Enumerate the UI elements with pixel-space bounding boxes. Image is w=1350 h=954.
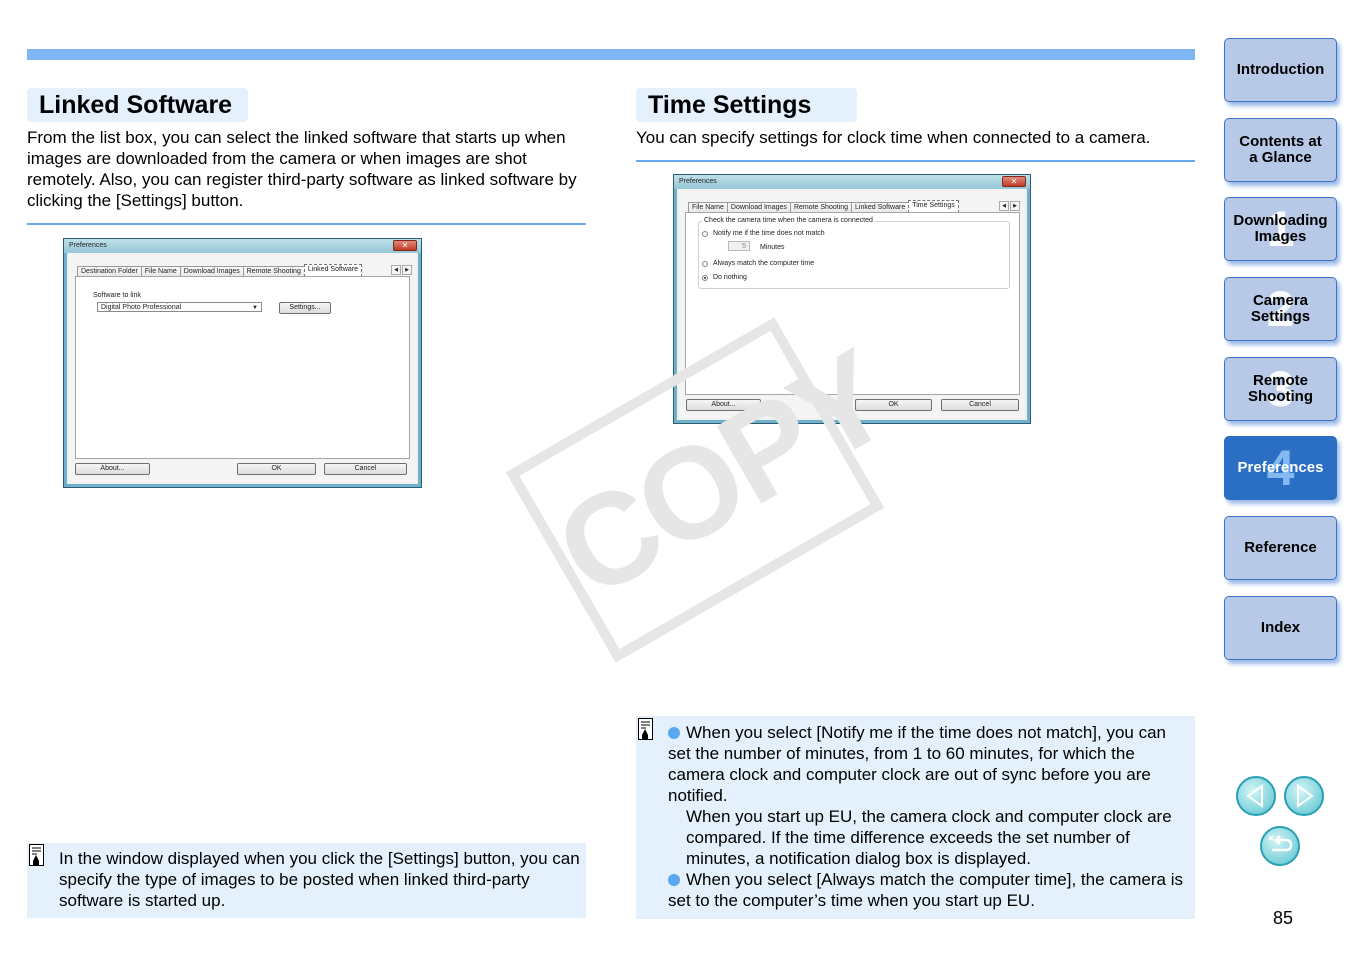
note-text: When you start up EU, the camera clock a… — [686, 807, 1172, 868]
note-text: When you select [Notify me if the time d… — [668, 723, 1167, 805]
dialog-title: Preferences — [69, 242, 107, 249]
arrow-right-icon — [1297, 784, 1314, 808]
nav-preferences[interactable]: 4 Preferences — [1224, 436, 1337, 500]
memo-icon — [29, 844, 44, 866]
software-to-link-select[interactable]: Digital Photo Professional ▼ — [97, 302, 262, 312]
about-button[interactable]: About... — [686, 399, 761, 411]
radio-notify-label: Notify me if the time does not match — [713, 230, 825, 237]
group-label: Check the camera time when the camera is… — [702, 217, 875, 224]
dialog-titlebar: Preferences ✕ — [64, 239, 421, 253]
note-text: When you select [Always match the comput… — [668, 870, 1183, 910]
dialog-titlebar: Preferences ✕ — [674, 175, 1030, 189]
radio-always-match[interactable] — [702, 261, 708, 267]
return-button[interactable] — [1260, 826, 1300, 866]
ok-button[interactable]: OK — [237, 463, 316, 475]
tab-scroll: ◀ ▶ — [391, 265, 412, 275]
nav-label: Introduction — [1236, 61, 1325, 78]
nav-label: Reference — [1244, 539, 1317, 556]
ok-button[interactable]: OK — [855, 399, 932, 411]
divider — [27, 223, 586, 225]
radio-do-nothing[interactable] — [702, 275, 708, 281]
tab-panel: Check the camera time when the camera is… — [685, 212, 1020, 395]
arrow-left-icon — [1246, 784, 1263, 808]
divider — [636, 160, 1195, 162]
section-title-time-settings: Time Settings — [636, 88, 857, 122]
chevron-down-icon: ▼ — [252, 305, 258, 311]
tab-panel: Software to link Digital Photo Professio… — [75, 276, 410, 459]
nav-label: Index — [1260, 619, 1301, 636]
nav-label: Preferences — [1237, 459, 1324, 476]
software-select-value: Digital Photo Professional — [101, 304, 182, 311]
preferences-dialog-time-settings: Preferences ✕ File Name Download Images … — [673, 174, 1031, 424]
note-text: In the window displayed when you click t… — [59, 849, 580, 910]
page-number: 85 — [1273, 908, 1294, 928]
radio-always-match-label: Always match the computer time — [713, 260, 815, 267]
previous-page-button[interactable] — [1236, 776, 1276, 816]
preferences-dialog-linked-software: Preferences ✕ Destination Folder File Na… — [63, 238, 422, 488]
nav-introduction[interactable]: Introduction — [1224, 38, 1337, 102]
dialog-title: Preferences — [679, 178, 717, 185]
note-item: When you select [Always match the comput… — [668, 869, 1193, 911]
nav-label: Camera Settings — [1250, 292, 1311, 325]
nav-remote-shooting[interactable]: 3 Remote Shooting — [1224, 357, 1337, 421]
nav-label: Remote Shooting — [1248, 372, 1313, 405]
tab-scroll-right-icon[interactable]: ▶ — [1010, 201, 1020, 211]
nav-label: Contents at a Glance — [1239, 133, 1322, 166]
radio-notify[interactable] — [702, 231, 708, 237]
section-title-linked-software: Linked Software — [27, 88, 248, 122]
memo-icon — [638, 718, 653, 740]
nav-camera-settings[interactable]: 2 Camera Settings — [1224, 277, 1337, 341]
linked-software-intro: From the list box, you can select the li… — [27, 128, 577, 210]
tab-scroll-left-icon[interactable]: ◀ — [391, 265, 401, 275]
cancel-button[interactable]: Cancel — [941, 399, 1019, 411]
dialog-body: Destination Folder File Name Download Im… — [69, 253, 416, 482]
dialog-body: File Name Download Images Remote Shootin… — [679, 189, 1025, 418]
nav-reference[interactable]: Reference — [1224, 516, 1337, 580]
time-settings-intro: You can specify settings for clock time … — [636, 128, 1151, 147]
note-box-linked-software: In the window displayed when you click t… — [27, 843, 586, 918]
settings-button[interactable]: Settings... — [279, 302, 331, 314]
close-icon[interactable]: ✕ — [393, 240, 417, 251]
tab-scroll: ◀ ▶ — [999, 201, 1020, 211]
header-bar — [27, 49, 1195, 60]
nav-contents-at-a-glance[interactable]: Contents at a Glance — [1224, 118, 1337, 182]
tab-scroll-left-icon[interactable]: ◀ — [999, 201, 1009, 211]
bullet-icon — [668, 727, 680, 739]
tab-scroll-right-icon[interactable]: ▶ — [402, 265, 412, 275]
close-icon[interactable]: ✕ — [1002, 176, 1026, 187]
radio-do-nothing-label: Do nothing — [713, 274, 747, 281]
cancel-button[interactable]: Cancel — [324, 463, 407, 475]
nav-index[interactable]: Index — [1224, 596, 1337, 660]
nav-label: Downloading Images — [1233, 212, 1328, 245]
note-box-time-settings: When you select [Notify me if the time d… — [636, 716, 1195, 919]
minutes-input[interactable]: 5 — [728, 241, 750, 251]
next-page-button[interactable] — [1284, 776, 1324, 816]
software-to-link-label: Software to link — [93, 292, 141, 299]
minutes-label: Minutes — [760, 244, 785, 251]
about-button[interactable]: About... — [75, 463, 150, 475]
bullet-icon — [668, 874, 680, 886]
return-icon — [1268, 835, 1293, 852]
nav-downloading-images[interactable]: 1 Downloading Images — [1224, 197, 1337, 261]
note-item: When you select [Notify me if the time d… — [668, 722, 1193, 806]
